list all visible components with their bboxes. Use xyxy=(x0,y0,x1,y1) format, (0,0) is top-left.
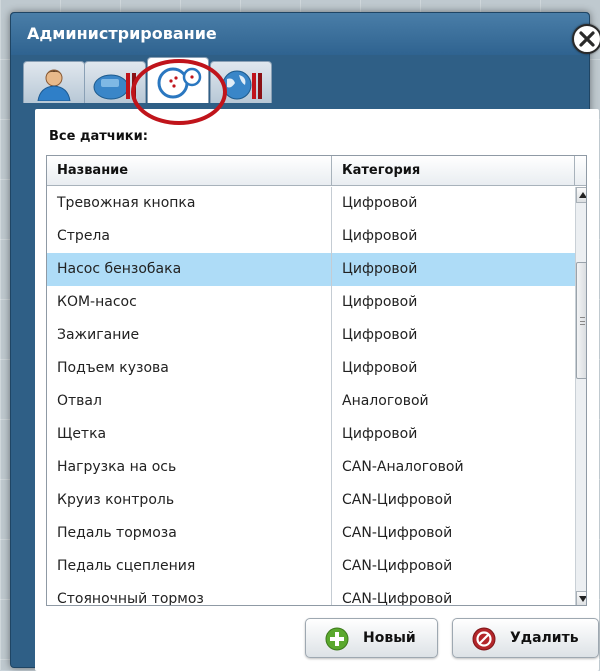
sensor-category-cell: Цифровой xyxy=(342,360,418,376)
admin-dialog: Администрирование Все датчики: Название … xyxy=(10,12,600,671)
delete-button-label: Удалить xyxy=(510,630,579,646)
tab-users[interactable] xyxy=(23,61,85,103)
sensor-name-cell: Стрела xyxy=(47,220,332,253)
table-row[interactable]: Педаль сцепления CAN-Цифровой xyxy=(47,550,575,583)
table-row[interactable]: Зажигание Цифровой xyxy=(47,319,575,352)
sensor-category-cell: Цифровой xyxy=(342,426,418,442)
sensor-category-cell: Цифровой xyxy=(342,261,418,277)
sensor-category-cell: CAN-Цифровой xyxy=(342,492,453,508)
arrow-down-icon xyxy=(579,596,586,602)
sensor-category-cell: CAN-Цифровой xyxy=(342,525,453,541)
sensor-category-cell: Цифровой xyxy=(342,327,418,343)
table-row[interactable]: Подъем кузова Цифровой xyxy=(47,352,575,385)
table-row[interactable]: Педаль тормоза CAN-Цифровой xyxy=(47,517,575,550)
tab-geozones[interactable] xyxy=(210,61,272,103)
table-row[interactable]: Тревожная кнопка Цифровой xyxy=(47,187,575,220)
sensor-category-cell: Цифровой xyxy=(342,228,418,244)
sensor-category-cell: CAN-Аналоговой xyxy=(342,459,464,475)
dialog-title-bar[interactable]: Администрирование xyxy=(11,13,589,55)
grid-header: Название Категория xyxy=(47,156,586,186)
sensor-name-cell: Стояночный тормоз xyxy=(47,583,332,605)
dialog-title: Администрирование xyxy=(27,24,217,43)
table-row[interactable]: Отвал Аналоговой xyxy=(47,385,575,418)
sensor-category-cell: Аналоговой xyxy=(342,393,429,409)
grip-icon xyxy=(580,317,585,325)
tab-vehicles[interactable] xyxy=(84,61,146,103)
tab-strip xyxy=(23,57,583,107)
scroll-up-button[interactable] xyxy=(576,187,586,203)
sensor-name-cell: Педаль тормоза xyxy=(47,517,332,550)
sensor-name-cell: Круиз контроль xyxy=(47,484,332,517)
grid-rows: Тревожная кнопка Цифровой Стрела Цифровой На… xyxy=(47,187,575,606)
delete-icon xyxy=(472,627,496,651)
sensors-panel: Все датчики: Название Категория Тревожна… xyxy=(35,109,599,671)
table-row[interactable]: Нагрузка на ось CAN-Аналоговой xyxy=(47,451,575,484)
sensor-category-cell: Цифровой xyxy=(342,195,418,211)
sensor-name-cell: КОМ-насос xyxy=(47,286,332,319)
column-header-category[interactable]: Категория xyxy=(332,156,575,186)
table-row[interactable]: Круиз контроль CAN-Цифровой xyxy=(47,484,575,517)
plus-icon xyxy=(325,627,349,651)
gauge-icon xyxy=(157,67,202,99)
user-icon xyxy=(37,69,71,101)
scroll-down-button[interactable] xyxy=(576,591,586,605)
scroll-thumb[interactable] xyxy=(576,262,586,379)
column-header-name[interactable]: Название xyxy=(47,156,332,186)
sensors-grid: Название Категория Тревожная кнопка Цифро… xyxy=(46,155,587,606)
sensor-name-cell: Зажигание xyxy=(47,319,332,352)
sensor-name-cell: Педаль сцепления xyxy=(47,550,332,583)
sensor-name-cell: Насос бензобака xyxy=(47,253,332,286)
close-button[interactable] xyxy=(572,24,600,54)
arrow-up-icon xyxy=(579,192,586,198)
tab-sensors[interactable] xyxy=(147,57,209,103)
vertical-scrollbar[interactable] xyxy=(575,187,586,605)
table-row[interactable]: Стояночный тормоз CAN-Цифровой xyxy=(47,583,575,606)
vehicle-settings-icon xyxy=(93,73,136,100)
section-label: Все датчики: xyxy=(49,129,148,144)
table-row[interactable]: Насос бензобака Цифровой xyxy=(47,253,575,286)
sensor-category-cell: CAN-Цифровой xyxy=(342,558,453,574)
table-row[interactable]: Щетка Цифровой xyxy=(47,418,575,451)
sensor-name-cell: Нагрузка на ось xyxy=(47,451,332,484)
close-icon xyxy=(579,31,595,47)
table-row[interactable]: КОМ-насос Цифровой xyxy=(47,286,575,319)
globe-tools-icon xyxy=(222,70,262,100)
new-button-label: Новый xyxy=(363,630,416,646)
sensor-name-cell: Отвал xyxy=(47,385,332,418)
table-row[interactable]: Стрела Цифровой xyxy=(47,220,575,253)
sensor-name-cell: Щетка xyxy=(47,418,332,451)
new-button[interactable]: Новый xyxy=(305,618,438,658)
sensor-name-cell: Тревожная кнопка xyxy=(47,187,332,220)
sensor-category-cell: CAN-Цифровой xyxy=(342,591,453,606)
sensor-category-cell: Цифровой xyxy=(342,294,418,310)
sensor-name-cell: Подъем кузова xyxy=(47,352,332,385)
delete-button[interactable]: Удалить xyxy=(452,618,599,658)
